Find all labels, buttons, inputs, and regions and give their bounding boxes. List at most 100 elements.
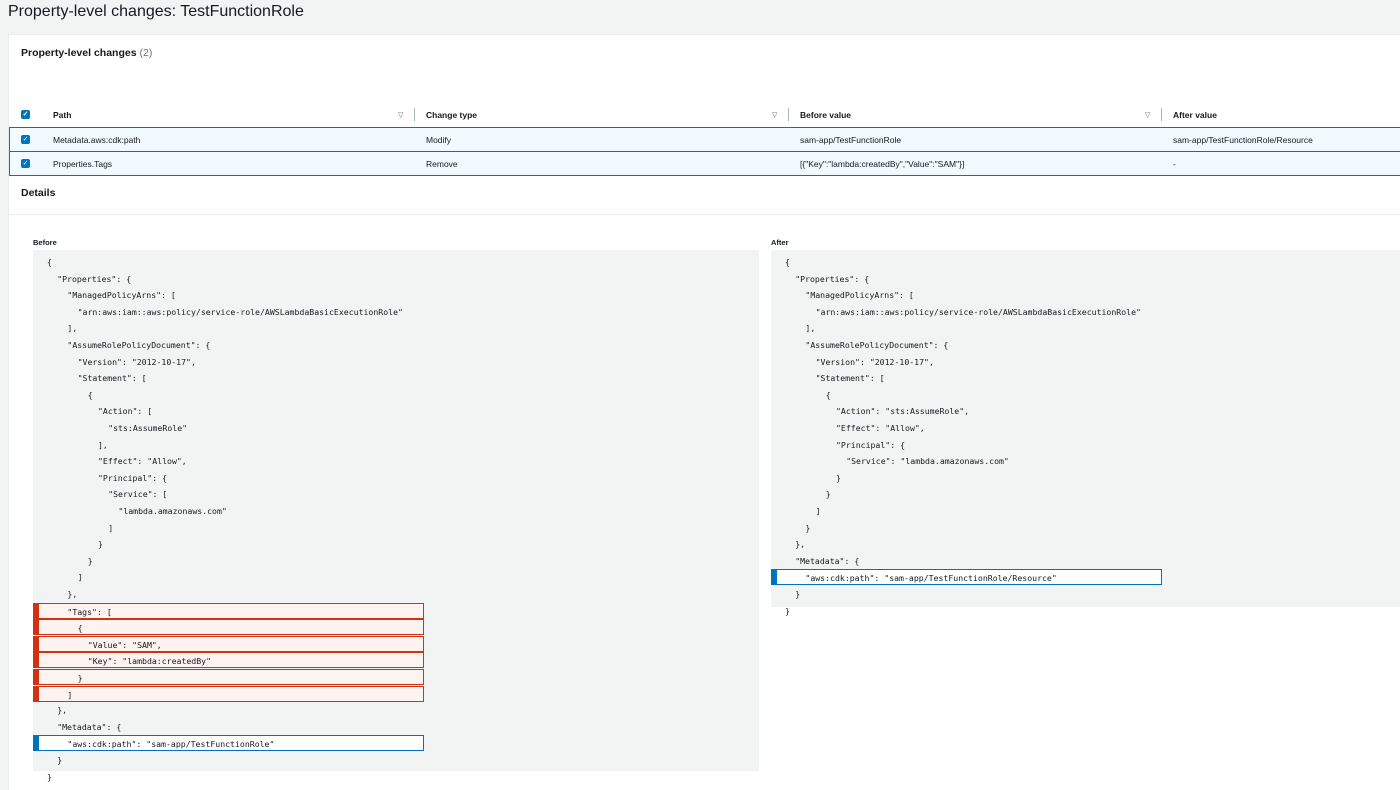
checkbox-check-icon: ✓ (21, 110, 30, 119)
code-line: ] (771, 503, 1400, 519)
cell-change-type: Modify (426, 134, 452, 145)
code-text: }, (57, 705, 68, 716)
code-text: } (57, 755, 63, 765)
code-line: } (33, 553, 759, 569)
code-text: } (795, 589, 801, 599)
changes-section-title: Property-level changes (21, 47, 137, 59)
removed-marker (33, 685, 39, 702)
code-line: "arn:aws:iam::aws:policy/service-role/AW… (33, 304, 759, 320)
details-title: Details (21, 187, 56, 199)
code-text: "arn:aws:iam::aws:policy/service-role/AW… (815, 306, 1141, 317)
code-line: "sts:AssumeRole" (33, 420, 759, 436)
code-text: } (785, 605, 790, 616)
sort-icon[interactable]: ▽ (772, 101, 777, 128)
cell-path: Properties.Tags (53, 158, 113, 169)
code-text: ], (67, 323, 78, 334)
code-text: "AssumeRolePolicyDocument": { (805, 340, 949, 350)
code-line: } (771, 603, 1400, 619)
code-text: "Principal": { (836, 439, 906, 450)
removed-marker (33, 635, 39, 652)
code-text: } (77, 673, 83, 683)
code-text: "ManagedPolicyArns": [ (805, 290, 914, 301)
sort-icon[interactable]: ▽ (1145, 101, 1150, 128)
removed-code-line: "Value": "SAM", (33, 635, 424, 652)
column-header-after-value[interactable]: After value (1173, 101, 1217, 128)
table-header-row: ✓ Path ▽ Change type ▽ Before value ▽ Af… (9, 101, 1400, 129)
code-line: ], (33, 320, 759, 336)
column-header-path[interactable]: Path (53, 101, 71, 128)
column-header-change-type[interactable]: Change type (426, 101, 477, 128)
code-text: "Effect": "Allow", (98, 456, 187, 467)
before-code-view: { "Properties": { "ManagedPolicyArns": [ "a… (33, 250, 759, 782)
changed-code-line: "aws:cdk:path": "sam-app/TestFunctionRol… (33, 735, 424, 752)
code-line: "Statement": [ (771, 370, 1400, 386)
code-text: "aws:cdk:path": "sam-app/TestFunctionRol… (805, 573, 1057, 584)
code-line: } (33, 752, 759, 768)
code-text: "Properties": { (57, 273, 132, 284)
cell-before-value: sam-app/TestFunctionRole (800, 134, 902, 145)
code-line: ], (771, 320, 1400, 336)
code-line: "Principal": { (33, 470, 759, 486)
code-text: "Version": "2012-10-17", (815, 356, 934, 367)
checkbox-check-icon: ✓ (21, 135, 30, 144)
removed-code-line: "Tags": [ (33, 602, 424, 619)
code-line: }, (33, 702, 759, 718)
code-line: "Effect": "Allow", (33, 453, 759, 469)
code-line: } (33, 536, 759, 552)
code-line: "Effect": "Allow", (771, 420, 1400, 436)
code-text: "Statement": [ (77, 373, 147, 384)
code-text: ] (815, 506, 821, 516)
changes-count: (2) (139, 47, 153, 59)
code-text: "Service": "lambda.amazonaws.com" (846, 456, 1009, 467)
code-line: "Properties": { (771, 271, 1400, 287)
removed-marker (33, 619, 39, 636)
table-row[interactable]: ✓ Metadata.aws:cdk:path Modify sam-app/T… (9, 127, 1400, 152)
code-text: ] (67, 689, 73, 700)
cell-path: Metadata.aws:cdk:path (53, 134, 141, 145)
content-panel: Property-level changes (2) ✓ Path ▽ Chang… (8, 34, 1400, 790)
removed-code-line: ] (33, 685, 424, 702)
code-text: "Principal": { (98, 472, 168, 483)
cell-before-value: [{"Key":"lambda:createdBy","Value":"SAM"… (800, 158, 965, 169)
checkbox-check-icon: ✓ (21, 159, 30, 168)
column-header-before-value[interactable]: Before value (800, 101, 851, 128)
code-line: { (771, 387, 1400, 403)
code-line: "Version": "2012-10-17", (771, 354, 1400, 370)
code-line: "arn:aws:iam::aws:policy/service-role/AW… (771, 304, 1400, 320)
table-row[interactable]: ✓ Properties.Tags Remove [{"Key":"lambda… (9, 151, 1400, 176)
code-text: }, (67, 589, 78, 599)
select-all-checkbox[interactable]: ✓ (21, 101, 30, 128)
after-code-view: { "Properties": { "ManagedPolicyArns": [ "a… (771, 250, 1400, 616)
code-line: "Service": "lambda.amazonaws.com" (771, 453, 1400, 469)
code-text: } (836, 472, 841, 483)
code-text: ] (77, 572, 83, 583)
code-text: "Service": [ (108, 489, 168, 500)
code-line: "ManagedPolicyArns": [ (33, 287, 759, 303)
code-text: } (825, 489, 831, 500)
code-line: "AssumeRolePolicyDocument": { (33, 337, 759, 353)
code-text: } (47, 771, 52, 782)
removed-marker (33, 652, 39, 669)
column-resize-handle[interactable] (788, 108, 789, 121)
code-line: "Principal": { (771, 437, 1400, 453)
code-text: "Action": "sts:AssumeRole", (836, 406, 970, 417)
row-checkbox[interactable]: ✓ (21, 128, 30, 151)
code-text: "sts:AssumeRole" (108, 423, 188, 433)
column-resize-handle[interactable] (1161, 108, 1162, 121)
code-text: "Version": "2012-10-17", (77, 356, 196, 367)
sort-icon[interactable]: ▽ (398, 101, 403, 128)
code-text: { (77, 623, 83, 634)
code-line: ], (33, 437, 759, 453)
code-text: "arn:aws:iam::aws:policy/service-role/AW… (77, 306, 403, 317)
code-text: "ManagedPolicyArns": [ (67, 290, 176, 301)
code-line: "Metadata": { (33, 719, 759, 735)
row-checkbox[interactable]: ✓ (21, 152, 30, 175)
code-line: }, (33, 586, 759, 602)
code-text: { (825, 389, 831, 400)
code-text: "Statement": [ (815, 373, 885, 384)
code-text: "AssumeRolePolicyDocument": { (67, 340, 211, 350)
column-resize-handle[interactable] (414, 108, 415, 121)
code-text: "Properties": { (795, 273, 870, 284)
code-text: } (805, 522, 811, 533)
details-divider (9, 214, 1400, 215)
